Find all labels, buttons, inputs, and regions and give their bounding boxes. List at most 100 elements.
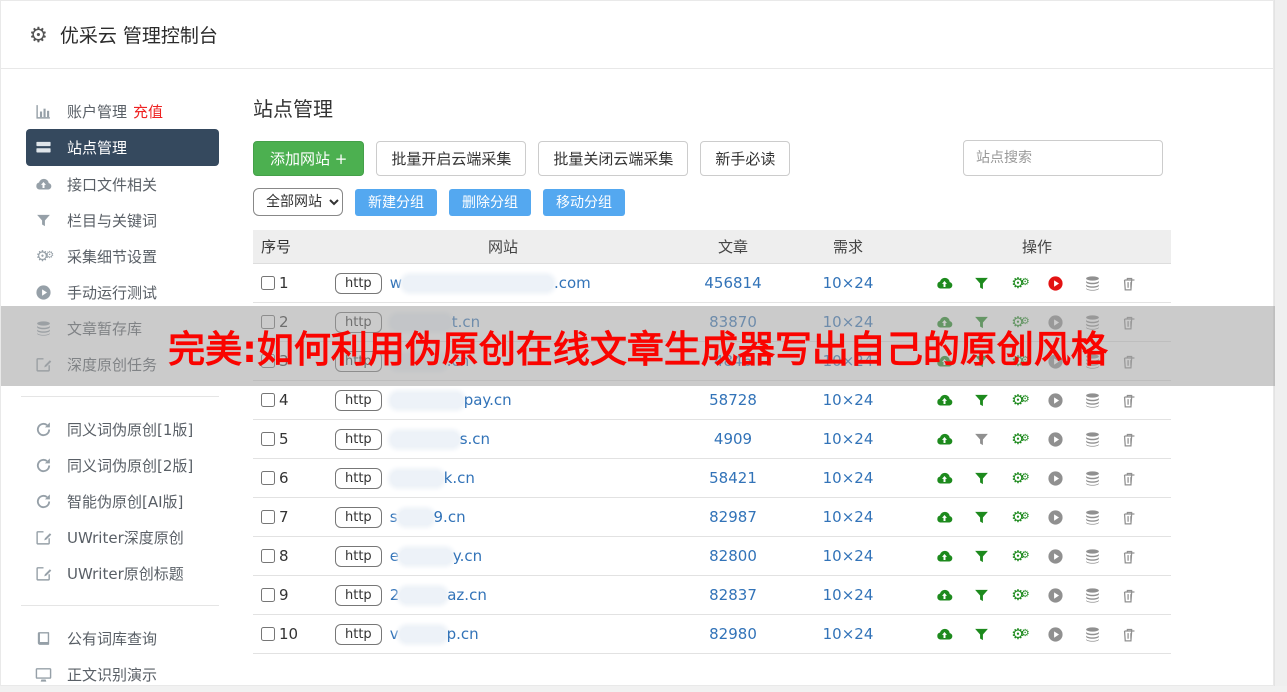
site-search-input[interactable] [963,140,1163,176]
cloud-upload-icon[interactable] [936,508,954,526]
gears-icon[interactable]: ⚙⚙ [1010,625,1028,643]
site-domain[interactable]: k.cn [390,469,475,487]
cloud-upload-icon[interactable] [936,391,954,409]
http-pill[interactable]: http [335,546,382,567]
sidebar-item-synonym-v1[interactable]: 同义词伪原创[1版] [1,411,239,447]
filter-icon[interactable] [973,547,991,565]
new-group-button[interactable]: 新建分组 [355,189,437,216]
play-icon[interactable] [1047,547,1065,565]
http-pill[interactable]: http [335,429,382,450]
play-icon[interactable] [1047,274,1065,292]
row-checkbox[interactable] [261,432,275,446]
gears-icon[interactable]: ⚙⚙ [1010,508,1028,526]
move-group-button[interactable]: 移动分组 [543,189,625,216]
database-icon[interactable] [1084,625,1102,643]
col-header-demand: 需求 [793,236,903,257]
http-pill[interactable]: http [335,624,382,645]
trash-icon[interactable] [1121,508,1139,526]
cloud-upload-icon[interactable] [936,586,954,604]
database-icon[interactable] [1084,586,1102,604]
filter-icon[interactable] [973,508,991,526]
batch-close-collect-button[interactable]: 批量关闭云端采集 [538,141,688,176]
play-icon[interactable] [1047,508,1065,526]
filter-icon[interactable] [973,391,991,409]
http-pill[interactable]: http [335,390,382,411]
recharge-badge[interactable]: 充值 [133,101,163,122]
filter-icon[interactable] [973,586,991,604]
site-domain[interactable]: ey.cn [390,547,483,565]
cloud-upload-icon[interactable] [936,274,954,292]
trash-icon[interactable] [1121,586,1139,604]
cloud-upload-icon[interactable] [936,430,954,448]
row-checkbox[interactable] [261,588,275,602]
play-icon[interactable] [1047,469,1065,487]
http-pill[interactable]: http [335,507,382,528]
sidebar-item-synonym-v2[interactable]: 同义词伪原创[2版] [1,447,239,483]
row-checkbox[interactable] [261,549,275,563]
site-domain[interactable]: vp.cn [390,625,479,643]
sidebar-item-content-recognition[interactable]: 正文识别演示 [1,656,239,692]
add-site-button[interactable]: 添加网站 + [253,141,364,176]
play-icon[interactable] [1047,625,1065,643]
trash-icon[interactable] [1121,274,1139,292]
database-icon[interactable] [1084,508,1102,526]
sidebar-item-columns-keywords[interactable]: 栏目与关键词 [1,202,239,238]
site-domain[interactable]: w.com [390,274,591,292]
database-icon[interactable] [1084,430,1102,448]
database-icon[interactable] [1084,391,1102,409]
sidebar-item-manual-test[interactable]: 手动运行测试 [1,274,239,310]
trash-icon[interactable] [1121,430,1139,448]
database-icon[interactable] [1084,274,1102,292]
filter-icon[interactable] [973,430,991,448]
gears-icon[interactable]: ⚙⚙ [1010,586,1028,604]
filter-icon[interactable] [973,625,991,643]
sidebar-item-public-lexicon[interactable]: 公有词库查询 [1,620,239,656]
trash-icon[interactable] [1121,469,1139,487]
delete-group-button[interactable]: 删除分组 [449,189,531,216]
cloud-upload-icon[interactable] [936,625,954,643]
batch-open-collect-button[interactable]: 批量开启云端采集 [376,141,526,176]
database-icon[interactable] [1084,469,1102,487]
http-pill[interactable]: http [335,585,382,606]
sidebar-item-collection-settings[interactable]: ⚙⚙ 采集细节设置 [1,238,239,274]
site-domain[interactable]: pay.cn [390,391,512,409]
trash-icon[interactable] [1121,547,1139,565]
sidebar-item-interface-files[interactable]: 接口文件相关 [1,166,239,202]
row-checkbox[interactable] [261,471,275,485]
gears-icon[interactable]: ⚙⚙ [1010,430,1028,448]
filter-icon[interactable] [973,274,991,292]
app-window: ⚙ 优采云 管理控制台 账户管理 充值 站点管理 接口文件相关 栏目与关键词 [0,0,1274,686]
gears-icon[interactable]: ⚙⚙ [1010,274,1028,292]
trash-icon[interactable] [1121,625,1139,643]
http-pill[interactable]: http [335,468,382,489]
filter-icon[interactable] [973,469,991,487]
play-icon[interactable] [1047,430,1065,448]
play-icon[interactable] [1047,391,1065,409]
app-header: ⚙ 优采云 管理控制台 [1,1,1273,69]
sidebar-item-ai-rewrite[interactable]: 智能伪原创[AI版] [1,483,239,519]
row-checkbox[interactable] [261,393,275,407]
site-domain[interactable]: 2az.cn [390,586,487,604]
site-domain[interactable]: s.cn [390,430,490,448]
row-checkbox[interactable] [261,510,275,524]
trash-icon[interactable] [1121,391,1139,409]
cloud-upload-icon[interactable] [936,547,954,565]
http-pill[interactable]: http [335,273,382,294]
sidebar-item-uwriter-title[interactable]: UWriter原创标题 [1,555,239,591]
sidebar-item-sites[interactable]: 站点管理 [26,129,219,166]
newbie-guide-button[interactable]: 新手必读 [700,141,790,176]
site-domain[interactable]: s9.cn [390,508,466,526]
sidebar-item-account[interactable]: 账户管理 充值 [1,93,239,129]
gears-icon[interactable]: ⚙⚙ [1010,469,1028,487]
row-checkbox[interactable] [261,276,275,290]
row-checkbox[interactable] [261,627,275,641]
refresh-icon [33,457,53,474]
database-icon[interactable] [1084,547,1102,565]
cloud-upload-icon[interactable] [936,469,954,487]
gears-icon[interactable]: ⚙⚙ [1010,547,1028,565]
gears-icon[interactable]: ⚙⚙ [1010,391,1028,409]
play-icon[interactable] [1047,586,1065,604]
group-filter-select[interactable]: 全部网站 [253,188,343,216]
page-scrollbar-track[interactable] [1274,0,1287,686]
sidebar-item-uwriter-deep[interactable]: UWriter深度原创 [1,519,239,555]
